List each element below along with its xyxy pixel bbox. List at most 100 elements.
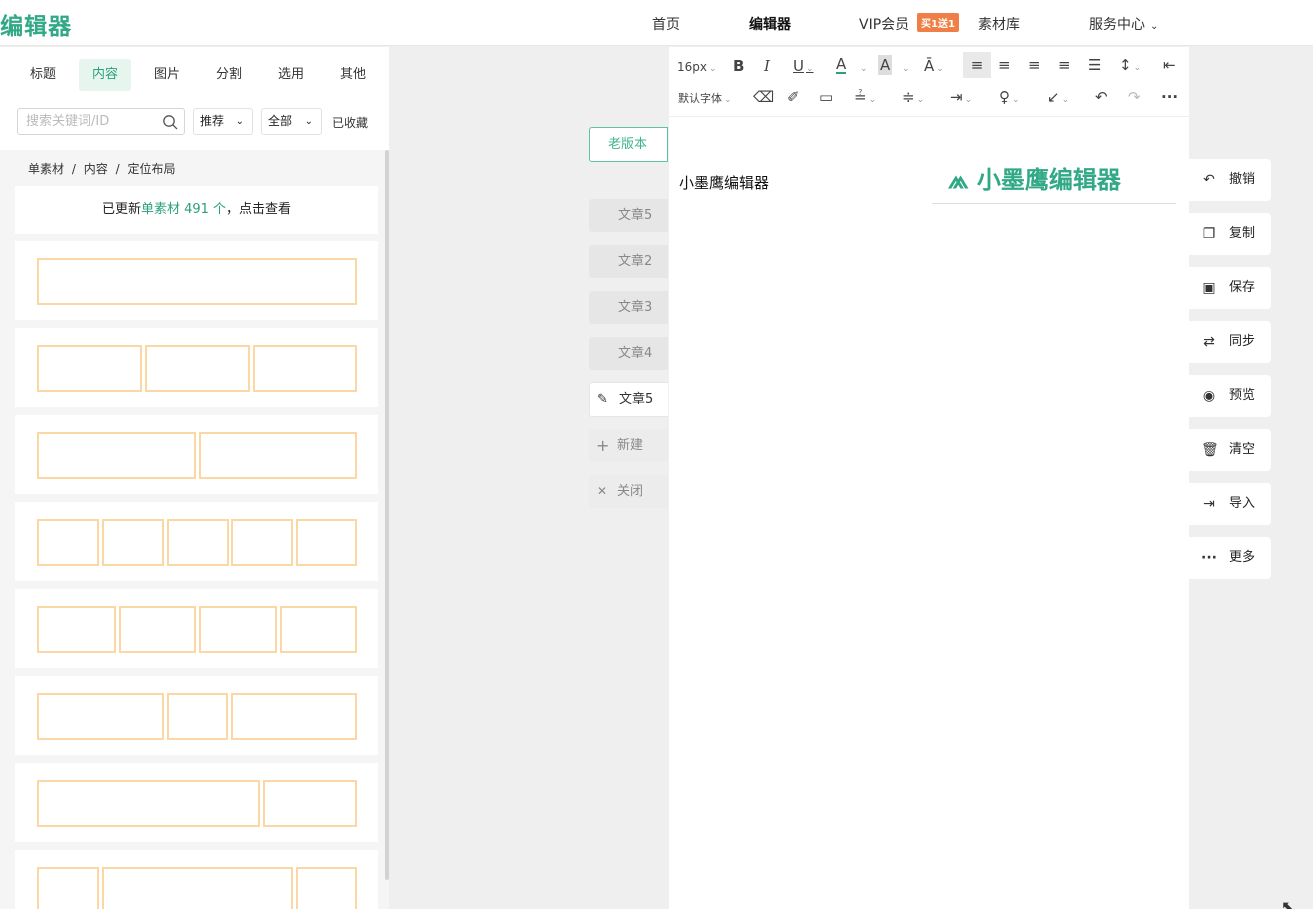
favorites-link[interactable]: 已收藏 — [332, 114, 368, 131]
breadcrumb: 单素材 / 内容 / 定位布局 — [28, 162, 176, 176]
eagle-logo-icon: ⩕ — [948, 165, 969, 195]
nav-service[interactable]: 服务中心 ⌄ — [1089, 14, 1158, 34]
chevron-down-icon[interactable]: ⌄ — [900, 56, 910, 79]
align-right-icon[interactable]: ≡ — [1028, 55, 1041, 75]
italic-icon[interactable]: I — [764, 56, 770, 76]
layout-cell — [280, 606, 357, 653]
nav-materials[interactable]: 素材库 — [978, 14, 1020, 34]
nav-home[interactable]: 首页 — [652, 14, 680, 34]
font-color-icon[interactable]: A — [836, 56, 847, 74]
divider-icon[interactable]: ≑ ⌄ — [902, 87, 924, 110]
old-version-button[interactable]: 老版本 — [589, 127, 668, 162]
nav-vip[interactable]: VIP会员 — [859, 14, 909, 34]
bold-icon[interactable]: B — [733, 56, 744, 76]
layout-card[interactable] — [15, 850, 378, 909]
search-box — [17, 108, 185, 135]
update-notice[interactable]: 已更新单素材 491 个，点击查看 — [15, 186, 378, 234]
filter-all[interactable]: 全部 ⌄ — [261, 108, 322, 135]
new-article-button[interactable]: + 新建 — [589, 429, 668, 462]
align-justify-icon[interactable]: ≡ — [1058, 55, 1071, 75]
import-icon: ⇥ — [1203, 496, 1215, 512]
layout-card[interactable] — [15, 763, 378, 842]
panel-scrollbar[interactable] — [385, 150, 389, 880]
redo-icon[interactable]: ↷ — [1128, 87, 1141, 107]
sync-icon: ⇄ — [1203, 334, 1215, 350]
layout-card[interactable] — [15, 589, 378, 668]
collapse-icon[interactable]: ⇤ — [1163, 55, 1176, 75]
tab-content[interactable]: 内容 — [79, 59, 132, 91]
underline-icon[interactable]: U ⌄ — [793, 56, 814, 79]
indent-spacing-icon[interactable]: ⇥ ⌄ — [950, 87, 972, 110]
brush-icon[interactable]: ✐ — [787, 87, 800, 107]
document-logo[interactable]: ⩕ 小墨鹰编辑器 — [948, 160, 1121, 196]
search-icon[interactable] — [162, 114, 178, 130]
close-article-button[interactable]: ✕ 关闭 — [589, 475, 668, 508]
chevron-down-icon[interactable]: ⌄ — [858, 56, 868, 79]
indent-icon[interactable]: ☰ — [1088, 55, 1101, 75]
layout-cell — [37, 606, 116, 653]
article-tab[interactable]: 文章3 — [589, 291, 668, 324]
article-tab-current[interactable]: ✎ 文章5 — [589, 382, 668, 417]
letter-spacing-icon[interactable]: Ā ⌄ — [924, 56, 944, 79]
more-button[interactable]: ··· 更多 — [1189, 537, 1271, 579]
tab-title[interactable]: 标题 — [17, 59, 69, 91]
tab-image[interactable]: 图片 — [141, 59, 193, 91]
chevron-down-icon: ⌄ — [1061, 95, 1070, 105]
layout-cell — [231, 519, 293, 566]
paragraph-spacing-icon[interactable]: ≟ ⌄ — [854, 87, 876, 110]
chevron-down-icon: ⌄ — [805, 64, 814, 74]
document-divider — [932, 203, 1176, 204]
copy-button[interactable]: ❐ 复制 — [1189, 213, 1271, 255]
editor-toolbar: 16px ⌄ B I U ⌄ A ⌄ A ⌄ Ā ⌄ ≡ ≡ ≡ ≡ ☰ ↕ ⌄ ⇤ 默… — [669, 47, 1189, 117]
article-tab[interactable]: 文章2 — [589, 245, 668, 278]
tab-select[interactable]: 选用 — [265, 59, 317, 91]
layout-cell — [37, 432, 196, 479]
save-button[interactable]: ▣ 保存 — [1189, 267, 1271, 309]
layout-cell — [37, 258, 357, 305]
layout-card[interactable] — [15, 415, 378, 494]
more-icon: ··· — [1201, 550, 1217, 566]
layout-card[interactable] — [15, 328, 378, 407]
nav-editor[interactable]: 编辑器 — [749, 14, 791, 34]
line-height-icon[interactable]: ↕ ⌄ — [1119, 55, 1141, 78]
layout-cell — [167, 693, 228, 740]
layout-cell — [119, 606, 196, 653]
tab-divider[interactable]: 分割 — [203, 59, 255, 91]
filter-recommend[interactable]: 推荐 ⌄ — [193, 108, 253, 135]
arrow-icon[interactable]: ↙ ⌄ — [1047, 87, 1069, 110]
highlight-icon[interactable]: A — [878, 55, 893, 75]
tab-other[interactable]: 其他 — [327, 59, 379, 91]
sync-button[interactable]: ⇄ 同步 — [1189, 321, 1271, 363]
font-size-select[interactable]: 16px ⌄ — [677, 57, 717, 79]
save-icon: ▣ — [1202, 280, 1216, 296]
clear-button[interactable]: 🗑 清空 — [1189, 429, 1271, 471]
layout-card[interactable] — [15, 502, 378, 581]
preview-button[interactable]: ◉ 预览 — [1189, 375, 1271, 417]
article-tab[interactable]: 文章4 — [589, 337, 668, 370]
bulb-icon[interactable]: ♀ ⌄ — [999, 87, 1020, 110]
chevron-down-icon: ⌄ — [868, 95, 877, 105]
brand-logo[interactable]: Ⅱ编辑器 — [0, 7, 72, 41]
layout-cell — [231, 693, 357, 740]
align-left-icon[interactable]: ≡ — [963, 52, 991, 78]
document-title[interactable]: 小墨鹰编辑器 — [679, 172, 769, 193]
breadcrumb-item[interactable]: 单素材 — [28, 162, 64, 176]
align-center-icon[interactable]: ≡ — [998, 55, 1011, 75]
layout-cell — [37, 519, 99, 566]
font-family-select[interactable]: 默认字体 ⌄ — [678, 89, 732, 110]
search-input[interactable] — [18, 109, 158, 134]
layout-cell — [37, 693, 164, 740]
eraser-icon[interactable]: ⌫ — [753, 87, 774, 107]
breadcrumb-item[interactable]: 内容 — [84, 162, 108, 176]
layout-cell — [253, 345, 357, 392]
trash-icon: 🗑 — [1201, 442, 1219, 458]
more-icon[interactable]: ··· — [1161, 87, 1178, 107]
image-icon[interactable]: ▭ — [819, 87, 833, 107]
layout-card[interactable] — [15, 676, 378, 755]
layout-card[interactable] — [15, 241, 378, 320]
article-tab[interactable]: 文章5 — [589, 199, 668, 232]
import-button[interactable]: ⇥ 导入 — [1189, 483, 1271, 525]
undo-icon: ↶ — [1203, 172, 1215, 188]
undo-icon[interactable]: ↶ — [1095, 87, 1108, 107]
undo-button[interactable]: ↶ 撤销 — [1189, 159, 1271, 201]
